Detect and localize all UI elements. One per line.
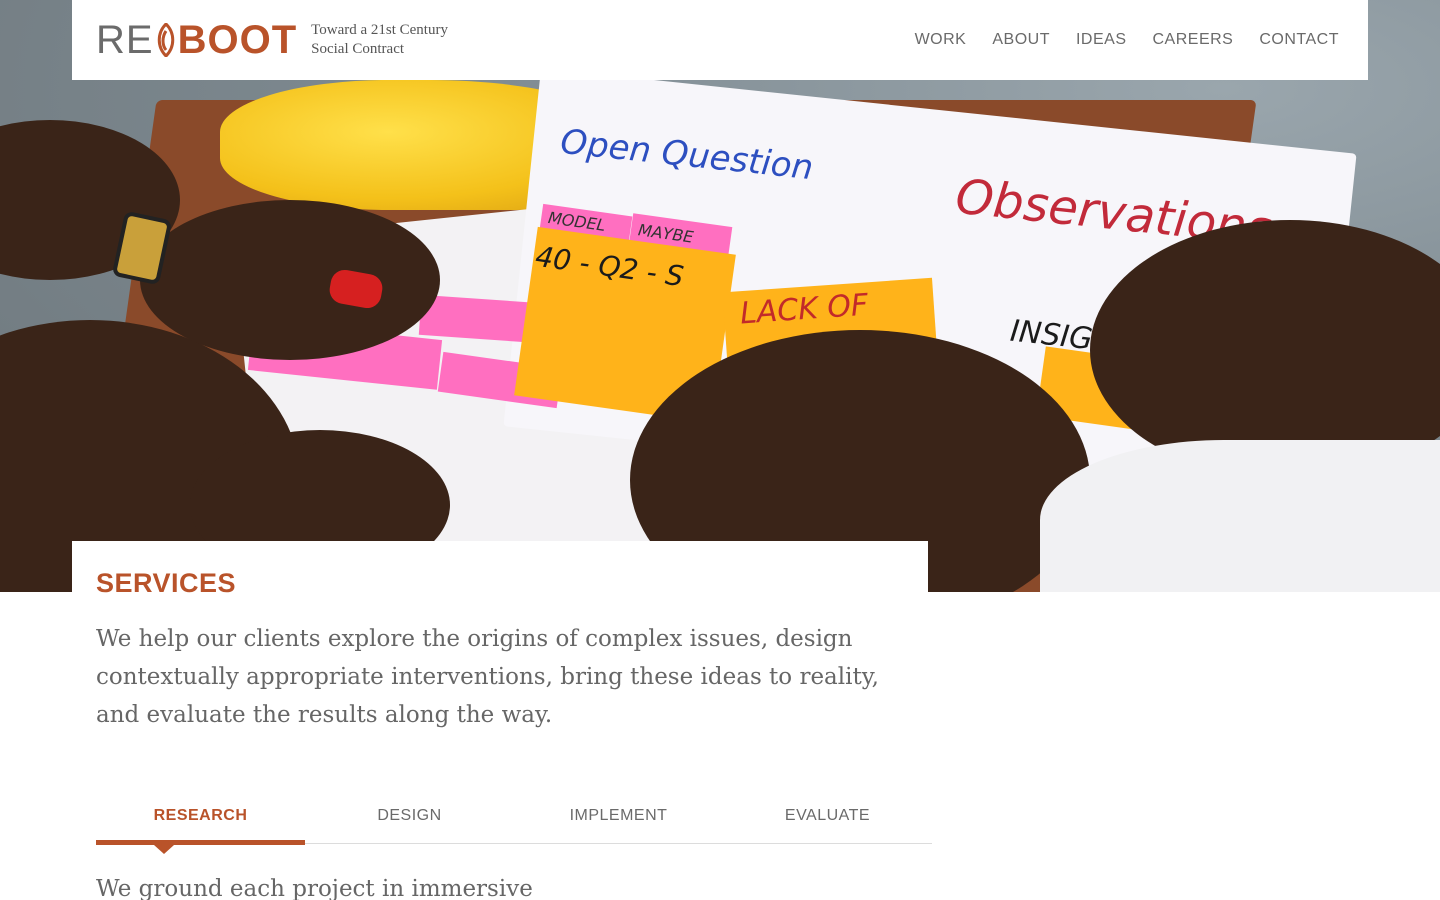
site-header: RE BOOT Toward a 21st Century Social Con… [72, 0, 1368, 80]
hero-sleeve [1040, 440, 1440, 592]
active-tab-caret-icon [154, 845, 174, 854]
services-title: SERVICES [96, 568, 237, 598]
logo-link[interactable]: RE BOOT [96, 20, 297, 60]
tab-research[interactable]: RESEARCH [96, 797, 305, 854]
tab-evaluate-label: EVALUATE [784, 807, 871, 824]
tab-design[interactable]: DESIGN [305, 797, 514, 843]
tagline: Toward a 21st Century Social Contract [311, 21, 448, 59]
brand: RE BOOT Toward a 21st Century Social Con… [96, 20, 448, 60]
logo-re: RE [96, 18, 154, 62]
logo-flame-icon [157, 23, 174, 57]
tab-implement-label: IMPLEMENT [569, 807, 668, 824]
nav-item-careers[interactable]: CAREERS [1153, 31, 1234, 49]
tab-research-label: RESEARCH [153, 807, 248, 824]
tagline-line-1: Toward a 21st Century [311, 22, 448, 38]
main-nav: WORK ABOUT IDEAS CAREERS CONTACT [915, 31, 1339, 49]
nav-item-about[interactable]: ABOUT [992, 31, 1050, 49]
services-tabs: RESEARCH DESIGN IMPLEMENT EVALUATE [96, 797, 932, 854]
nav-item-work[interactable]: WORK [915, 31, 967, 49]
logo-boot: BOOT [177, 18, 298, 62]
tab-panel-text: We ground each project in immersive [96, 876, 533, 900]
nav-item-contact[interactable]: CONTACT [1259, 31, 1339, 49]
tab-implement[interactable]: IMPLEMENT [514, 797, 723, 843]
tab-evaluate[interactable]: EVALUATE [723, 797, 932, 843]
hero-image: Open Question Observations INSIGHT MODEL… [0, 0, 1440, 592]
tagline-line-2: Social Contract [311, 41, 405, 57]
tab-design-label: DESIGN [377, 807, 442, 824]
services-intro: We help our clients explore the origins … [96, 626, 879, 728]
nav-item-ideas[interactable]: IDEAS [1076, 31, 1127, 49]
hero-hand [140, 200, 440, 360]
